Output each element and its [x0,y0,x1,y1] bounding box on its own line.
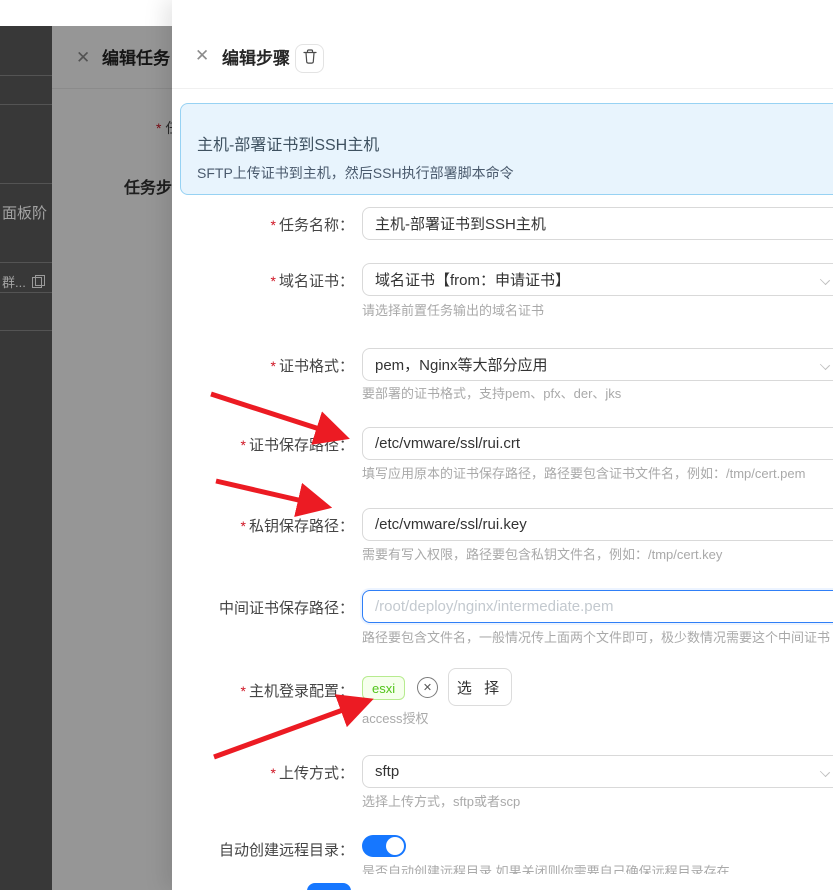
divider [172,88,833,89]
chevron-down-icon [821,361,829,369]
clear-icon[interactable]: ✕ [417,677,438,698]
table-row: 群... [2,272,45,291]
plugin-helper-box: 主机-部署证书到SSH主机 SFTP上传证书到主机，然后SSH执行部署脚本命令 [180,103,833,195]
required-mark: * [270,217,276,233]
domain-cert-select[interactable]: 域名证书【from：申请证书】 [362,263,833,296]
delete-step-button[interactable] [295,44,324,73]
cert-path-input[interactable] [362,427,833,460]
task-name-input[interactable] [362,207,833,240]
table-divider [0,330,52,331]
field-label-host-access: * 主机登录配置： [240,683,354,700]
field-hint: 要部署的证书格式，支持pem、pfx、der、jks [362,386,622,401]
field-hint: 填写应用原本的证书保存路径，路径要包含证书文件名，例如：/tmp/cert.pe… [362,466,806,481]
drawer-edit-step: ✕ 编辑步骤 主机-部署证书到SSH主机 SFTP上传证书到主机，然后SSH执行… [172,0,833,890]
field-label-domain-cert: * 域名证书： [270,273,354,290]
chevron-down-icon [821,768,829,776]
field-label-intermediate-path: 中间证书保存路径： [218,600,354,617]
chevron-down-icon [821,276,829,284]
trash-icon [302,48,317,69]
plugin-title: 主机-部署证书到SSH主机 [197,137,380,154]
drawer-overlay-mask [52,26,172,890]
drawer-title: 编辑步骤 [222,49,290,68]
table-divider [0,292,52,293]
field-hint: 请选择前置任务输出的域名证书 [362,303,545,318]
close-icon[interactable]: ✕ [195,46,209,66]
field-hint: 需要有写入权限，路径要包含私钥文件名，例如：/tmp/cert.key [362,547,723,562]
drawer-edit-task: ✕ 编辑任务 * 任 任务步骤 [52,26,172,890]
choose-host-button[interactable]: 选 择 [448,668,512,706]
copy-icon[interactable] [31,275,45,288]
intermediate-path-input[interactable] [362,590,833,623]
field-label-key-path: * 私钥保存路径： [240,518,354,535]
field-hint: access授权 [362,711,429,726]
table-divider [0,262,52,263]
host-access-tag[interactable]: esxi [362,676,406,700]
upload-method-select[interactable]: sftp [362,755,833,788]
field-label-task-name: * 任务名称： [270,217,354,234]
table-divider [0,104,52,105]
auto-mkdir-toggle[interactable] [362,835,406,857]
field-label-auto-mkdir: 自动创建远程目录： [218,842,354,859]
cert-format-select[interactable]: pem，Nginx等大部分应用 [362,348,833,381]
background-dark-table: 面板阶 群... [0,26,52,890]
field-hint: 选择上传方式，sftp或者scp [362,794,521,809]
table-divider [0,183,52,184]
table-divider [0,75,52,76]
submit-button-clipped[interactable] [307,883,351,890]
field-hint: 路径要包含文件名，一般情况传上面两个文件即可，极少数情况需要这个中间证书 [362,630,831,645]
field-label-cert-format: * 证书格式： [270,358,354,375]
toggle-knob [386,837,404,855]
field-label-upload-method: * 上传方式： [270,765,354,782]
field-hint: 是否自动创建远程目录,如果关闭则你需要自己确保远程目录存在 [362,864,730,874]
table-row: 面板阶 [2,205,48,222]
key-path-input[interactable] [362,508,833,541]
plugin-description: SFTP上传证书到主机，然后SSH执行部署脚本命令 [197,165,514,181]
field-label-cert-path: * 证书保存路径： [240,437,354,454]
